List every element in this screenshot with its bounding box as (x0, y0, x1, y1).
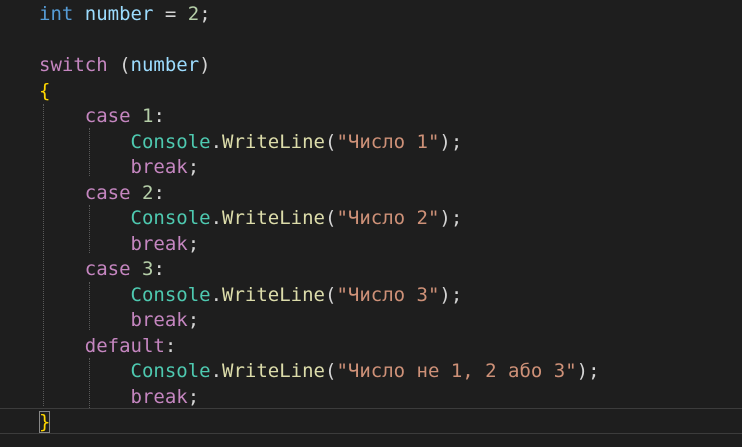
code-token: ( (325, 360, 337, 382)
code-token: "Число 2" (336, 207, 440, 229)
code-token: : (153, 105, 165, 127)
code-token: . (210, 360, 223, 382)
code-token: ) (199, 54, 211, 76)
code-token: number (84, 3, 154, 25)
code-token: Console (130, 130, 211, 153)
code-token: : (153, 258, 165, 280)
code-token: "Число не 1, 2 або 3" (336, 360, 577, 382)
code-token: Console (130, 207, 211, 229)
code-token: 1 (141, 105, 154, 127)
code-token: default (84, 334, 165, 357)
code-token: . (210, 130, 223, 153)
code-token: break (130, 156, 188, 178)
code-token: . (210, 207, 223, 229)
code-token: . (210, 283, 223, 306)
code-line[interactable]: break; (39, 307, 200, 333)
code-token: Console (130, 283, 211, 306)
code-token: "Число 1" (336, 130, 440, 153)
code-line[interactable]: case 3: (39, 256, 165, 282)
code-token: 3 (141, 258, 154, 280)
code-token: ); (439, 130, 463, 153)
code-token: = (153, 3, 188, 25)
code-token: case (84, 181, 131, 204)
code-token: } (39, 411, 51, 433)
code-line[interactable]: int number = 2; (39, 1, 211, 27)
code-token: : (153, 181, 165, 204)
code-line[interactable]: Console.WriteLine("Число не 1, 2 або 3")… (39, 358, 600, 384)
code-editor[interactable]: int number = 2; switch (number){ case 1: … (0, 0, 742, 447)
code-token: ; (187, 385, 200, 408)
code-token: 2 (141, 181, 154, 204)
code-token: 2 (187, 3, 200, 25)
code-token: WriteLine (222, 283, 325, 306)
code-token: ( (325, 283, 337, 306)
code-token: Console (130, 360, 211, 382)
code-line[interactable]: break; (39, 154, 200, 180)
code-line[interactable]: Console.WriteLine("Число 2"); (39, 205, 463, 231)
code-token: ); (439, 207, 463, 229)
code-token: ( (107, 54, 131, 76)
code-token: ( (325, 130, 337, 153)
code-token: ; (187, 156, 200, 178)
code-token: case (84, 258, 131, 280)
code-line[interactable]: case 1: (39, 103, 165, 129)
code-token: break (130, 309, 188, 331)
code-line[interactable]: Console.WriteLine("Число 1"); (39, 129, 463, 155)
code-line[interactable]: default: (39, 333, 177, 359)
code-token: ); (576, 360, 600, 382)
code-line[interactable]: } (39, 409, 51, 435)
code-line[interactable]: switch (number) (39, 52, 211, 78)
code-token: break (130, 232, 188, 255)
code-token: case (84, 105, 131, 127)
code-token: ; (187, 232, 200, 255)
code-token: ; (199, 3, 211, 25)
code-token: { (39, 79, 51, 102)
code-token: number (130, 54, 200, 76)
code-token: WriteLine (222, 360, 325, 382)
code-token: int (39, 3, 74, 25)
code-token: WriteLine (222, 130, 325, 153)
code-token: : (164, 334, 177, 357)
code-line[interactable]: Console.WriteLine("Число 3"); (39, 282, 463, 308)
code-line[interactable]: case 2: (39, 180, 165, 206)
code-token: switch (39, 54, 108, 76)
code-token: ); (439, 283, 463, 306)
code-token: WriteLine (222, 207, 325, 229)
code-line[interactable]: { (39, 78, 50, 104)
current-line-highlight (0, 408, 742, 434)
code-token: ; (187, 309, 200, 331)
code-line[interactable]: break; (39, 231, 200, 257)
code-token: break (130, 385, 188, 408)
code-line[interactable]: break; (39, 384, 200, 410)
code-token: ( (325, 207, 337, 229)
code-token: "Число 3" (336, 283, 440, 306)
